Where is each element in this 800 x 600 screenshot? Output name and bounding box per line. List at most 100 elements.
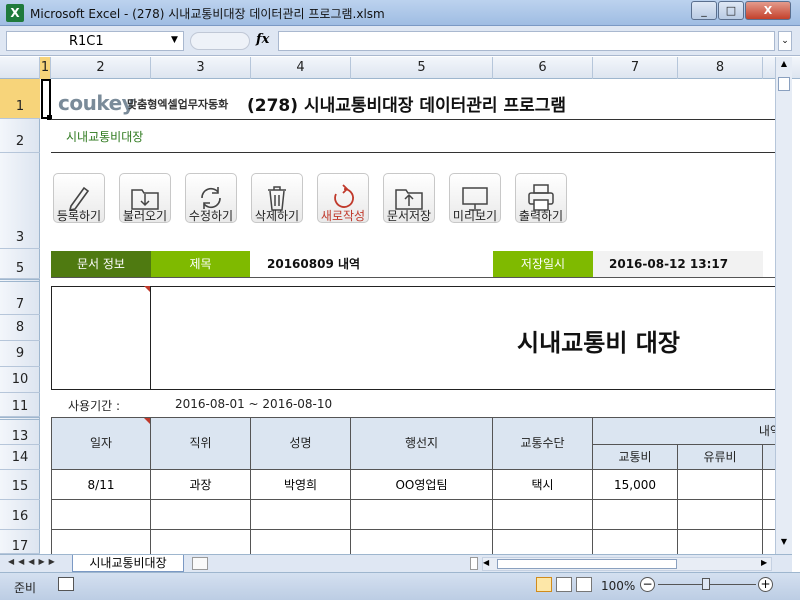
formula-cancel-enter <box>190 32 250 50</box>
header-cell <box>762 444 775 470</box>
empty-cell[interactable] <box>151 530 251 554</box>
column-header[interactable]: 6 <box>493 57 593 79</box>
program-title: (278) 시내교통비대장 데이터관리 프로그램 <box>247 96 567 116</box>
load-label: 불러오기 <box>122 209 168 223</box>
row-header[interactable]: 15 <box>0 470 40 500</box>
maximize-button[interactable]: □ <box>718 1 744 20</box>
period-value: 2016-08-01 ~ 2016-08-10 <box>175 397 333 411</box>
empty-cell[interactable] <box>678 500 763 530</box>
cell-fuel[interactable] <box>678 470 763 500</box>
column-header[interactable]: 1 <box>40 57 51 79</box>
cell-fare[interactable]: 15,000 <box>593 470 678 500</box>
page-layout-view-icon[interactable] <box>556 577 572 592</box>
row-header[interactable]: 16 <box>0 500 40 530</box>
horizontal-scrollbar[interactable]: ◀ ▶ <box>482 557 772 571</box>
empty-cell[interactable] <box>151 500 251 530</box>
title-bar: X Microsoft Excel - (278) 시내교통비대장 데이터관리 … <box>0 0 800 26</box>
tab-splitter[interactable] <box>470 557 478 570</box>
vertical-scrollbar[interactable]: ▲ ▼ <box>775 57 792 554</box>
empty-cell[interactable] <box>763 500 775 530</box>
row-header[interactable]: 14 <box>0 445 40 470</box>
comment-indicator <box>144 286 150 292</box>
chevron-down-icon[interactable]: ▼ <box>171 35 178 45</box>
scroll-left-icon[interactable]: ◀ <box>483 558 489 567</box>
cell-date[interactable]: 8/11 <box>51 470 151 500</box>
saved-value: 2016-08-12 13:17 <box>593 251 763 277</box>
row-header[interactable]: 1 <box>0 79 40 119</box>
name-box[interactable]: R1C1 ▼ <box>6 31 184 51</box>
minimize-button[interactable]: _ <box>691 1 717 20</box>
divider <box>51 277 775 278</box>
column-header[interactable]: 7 <box>593 57 678 79</box>
cell-name[interactable]: 박영희 <box>251 470 351 500</box>
logo-subtitle: 맞춤형엑셀업무자동화 <box>127 98 229 111</box>
saved-label: 저장일시 <box>493 251 593 277</box>
preview-label: 미리보기 <box>452 209 498 223</box>
cell-transport[interactable]: 택시 <box>493 470 593 500</box>
column-header[interactable]: 3 <box>151 57 251 79</box>
save-document-label: 문서저장 <box>386 209 432 223</box>
active-cell[interactable] <box>41 79 51 119</box>
scroll-thumb[interactable] <box>778 77 790 91</box>
period-label: 사용기간 : <box>68 399 121 413</box>
zoom-out-icon[interactable]: − <box>640 577 655 592</box>
title-value[interactable]: 20160809 내역 <box>267 251 360 277</box>
row-header[interactable]: 5 <box>0 249 40 279</box>
title-label: 제목 <box>151 251 250 277</box>
cell-position[interactable]: 과장 <box>151 470 251 500</box>
cell-destination[interactable]: OO영업팀 <box>351 470 493 500</box>
empty-cell[interactable] <box>678 530 763 554</box>
ledger-title: 시내교통비 대장 <box>517 329 680 357</box>
row-header[interactable]: 13 <box>0 417 40 445</box>
header-destination: 행선지 <box>350 417 493 470</box>
empty-cell[interactable] <box>593 500 678 530</box>
scroll-down-icon[interactable]: ▼ <box>777 537 791 551</box>
tab-nav-icon[interactable]: ◀◀◀▶▶ <box>8 557 59 566</box>
row-header[interactable]: 11 <box>0 393 40 417</box>
row-header[interactable]: 7 <box>0 279 40 315</box>
row-header[interactable]: 3 <box>0 153 40 249</box>
row-header[interactable]: 17 <box>0 530 40 554</box>
doc-info-label: 문서 정보 <box>51 251 151 277</box>
h-scroll-thumb[interactable] <box>497 559 677 569</box>
scroll-right-icon[interactable]: ▶ <box>761 558 767 567</box>
header-fare: 교통비 <box>592 444 678 470</box>
insert-function-icon[interactable]: fx <box>256 32 269 47</box>
zoom-in-icon[interactable]: + <box>758 577 773 592</box>
zoom-level[interactable]: 100% <box>601 579 635 593</box>
empty-cell[interactable] <box>493 500 593 530</box>
close-button[interactable]: X <box>745 1 791 20</box>
edit-label: 수정하기 <box>188 209 234 223</box>
row-header[interactable]: 10 <box>0 367 40 393</box>
empty-cell[interactable] <box>351 530 493 554</box>
empty-cell[interactable] <box>51 530 151 554</box>
cell-extra[interactable] <box>763 470 775 500</box>
select-all-corner[interactable] <box>0 57 40 79</box>
sheet-tab[interactable]: 시내교통비대장 <box>72 555 184 572</box>
empty-cell[interactable] <box>351 500 493 530</box>
column-header[interactable]: 2 <box>51 57 151 79</box>
empty-cell[interactable] <box>251 530 351 554</box>
header-details: 내역 <box>592 417 775 445</box>
status-bar: 준비 100% − + <box>0 572 800 600</box>
formula-input[interactable] <box>278 31 775 51</box>
excel-app-icon[interactable]: X <box>6 4 24 22</box>
empty-cell[interactable] <box>251 500 351 530</box>
scroll-up-icon[interactable]: ▲ <box>777 59 791 73</box>
zoom-slider-thumb[interactable] <box>702 578 710 590</box>
row-header[interactable]: 9 <box>0 341 40 367</box>
insert-sheet-icon[interactable] <box>192 557 208 570</box>
row-header[interactable]: 8 <box>0 315 40 341</box>
empty-cell[interactable] <box>493 530 593 554</box>
expand-formula-icon[interactable]: ⌄ <box>778 31 792 51</box>
empty-cell[interactable] <box>51 500 151 530</box>
column-header[interactable]: 8 <box>678 57 763 79</box>
row-header[interactable]: 2 <box>0 119 40 153</box>
column-headers: 1 2 3 4 5 6 7 8 <box>0 57 800 79</box>
column-header[interactable]: 5 <box>351 57 493 79</box>
page-break-view-icon[interactable] <box>576 577 592 592</box>
empty-cell[interactable] <box>593 530 678 554</box>
column-header[interactable]: 4 <box>251 57 351 79</box>
macro-record-icon[interactable] <box>58 577 74 591</box>
normal-view-icon[interactable] <box>536 577 552 592</box>
